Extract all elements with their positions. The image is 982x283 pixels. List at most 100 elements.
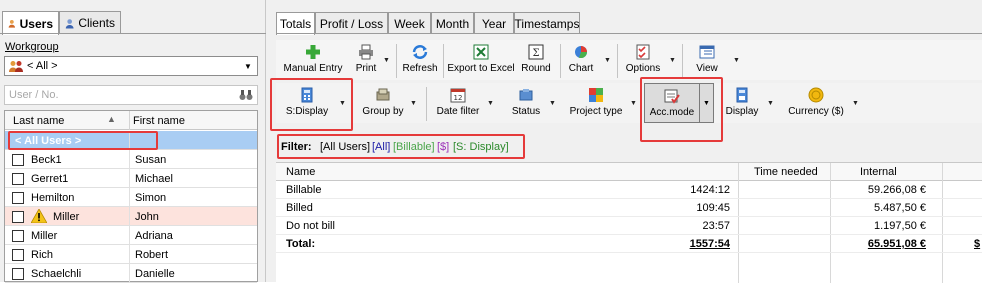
user-checkbox[interactable] [12,211,24,223]
total-internal: 65.951,08 € [867,238,926,250]
tab-profit-loss[interactable]: Profit / Loss [315,12,388,34]
print-dropdown-icon[interactable]: ▼ [383,57,390,64]
table-row[interactable]: Billable 1424:12 59.266,08 € [276,181,982,199]
col-last-name[interactable]: Last name [13,115,64,127]
list-item[interactable]: Miller John [5,207,257,226]
tab-users[interactable]: Users [2,11,59,35]
list-item[interactable]: Hemilton Simon [5,188,257,207]
refresh-button[interactable]: Refresh [400,40,440,80]
user-checkbox[interactable] [12,192,24,204]
project-type-button[interactable]: Project type [568,83,624,123]
print-label: Print [355,63,377,74]
workgroup-value: < All > [27,60,58,72]
all-users-label: < All Users > [15,135,82,147]
status-icon [519,89,533,101]
user-search-input[interactable]: User / No. [4,85,258,105]
user-last-name: Schaelchli [31,268,82,280]
round-button[interactable]: Σ Round [517,40,555,80]
row-name: Do not bill [286,220,335,232]
total-time: 1557:54 [689,238,730,250]
tab-clients[interactable]: Clients [59,11,121,34]
tab-week[interactable]: Week [388,12,431,34]
date-filter-dropdown-icon[interactable]: ▼ [487,100,494,107]
user-checkbox[interactable] [12,230,24,242]
s-display-dropdown-icon[interactable]: ▼ [339,100,346,107]
acc-mode-button[interactable]: Acc.mode [644,83,700,123]
export-excel-label: Export to Excel [447,63,515,74]
refresh-icon [412,45,428,59]
filter-summary: Filter: [All Users] [All] [Billable] [$]… [276,137,982,159]
table-row[interactable]: Billed 109:45 5.487,50 € [276,199,982,217]
col-internal[interactable]: Internal [860,166,897,178]
users-panel: Users Clients Workgroup < All > ▼ User /… [0,0,266,283]
table-row[interactable]: Do not bill 23:57 1.197,50 € [276,217,982,235]
group-icon [9,61,23,72]
view-button[interactable]: View [687,40,727,80]
manual-entry-button[interactable]: Manual Entry [278,40,348,80]
list-item[interactable]: Schaelchli Danielle [5,264,257,283]
main-toolbar: Manual Entry Print ▼ Refresh Export to E… [276,40,982,80]
acc-mode-dropdown[interactable]: ▼ [700,83,714,123]
workgroup-label: Workgroup [5,41,59,53]
s-display-button[interactable]: S:Display [282,83,332,123]
user-icon [8,19,16,28]
tab-month[interactable]: Month [431,12,474,34]
user-first-name: Robert [135,249,169,261]
user-first-name: Simon [135,192,167,204]
project-type-dropdown-icon[interactable]: ▼ [630,100,637,107]
print-button[interactable]: Print [350,40,382,80]
col-name[interactable]: Name [286,166,315,178]
export-excel-button[interactable]: Export to Excel [447,40,515,80]
tab-year[interactable]: Year [474,12,514,34]
chart-button[interactable]: Chart [564,40,598,80]
currency-button[interactable]: Currency ($) [788,83,844,123]
acc-mode-icon [664,89,680,104]
list-item[interactable]: Rich Robert [5,245,257,264]
user-checkbox[interactable] [12,173,24,185]
status-dropdown-icon[interactable]: ▼ [549,100,556,107]
view-icon [699,45,715,59]
round-label: Round [521,63,551,74]
user-first-name: Susan [135,154,167,166]
acc-mode-label: Acc.mode [649,107,695,118]
options-button[interactable]: Options [623,40,663,80]
list-item[interactable]: Beck1 Susan [5,150,257,169]
tab-timestamps[interactable]: Timestamps [514,12,580,34]
options-dropdown-icon[interactable]: ▼ [669,57,676,64]
view-dropdown-icon[interactable]: ▼ [733,57,740,64]
currency-dropdown-icon[interactable]: ▼ [852,100,859,107]
all-users-row[interactable]: < All Users > [5,131,257,150]
binoculars-icon[interactable] [239,89,253,101]
s-display-label: S:Display [285,106,329,117]
display-button[interactable]: Display [722,83,762,123]
tab-totals[interactable]: Totals [276,12,315,35]
col-time-needed[interactable]: Time needed [754,166,818,178]
status-label: Status [511,106,541,117]
sort-asc-icon: ▲ [107,114,116,124]
currency-label: Currency ($) [788,106,844,117]
list-item[interactable]: Miller Adriana [5,226,257,245]
date-filter-button[interactable]: 12 Date filter [434,83,482,123]
filter-s-display: [S: Display] [453,141,509,153]
group-by-label: Group by [362,106,404,117]
svg-text:12: 12 [454,94,463,102]
totals-table: Name Time needed Internal Billable 1424:… [276,162,982,283]
chevron-down-icon[interactable]: ▼ [241,59,255,73]
user-checkbox[interactable] [12,154,24,166]
status-button[interactable]: Status [508,83,544,123]
row-time: 23:57 [702,220,730,232]
workgroup-select[interactable]: < All > ▼ [4,56,258,76]
display-dropdown-icon[interactable]: ▼ [767,100,774,107]
user-last-name: Gerret1 [31,173,69,185]
group-by-dropdown-icon[interactable]: ▼ [410,100,417,107]
chart-dropdown-icon[interactable]: ▼ [604,57,611,64]
user-checkbox[interactable] [12,249,24,261]
tab-divider [276,33,982,34]
user-first-name: Danielle [135,268,175,280]
list-item[interactable]: Gerret1 Michael [5,169,257,188]
users-grid: Last name ▲ First name < All Users > Bec… [4,110,258,283]
project-type-icon [589,88,603,102]
user-checkbox[interactable] [12,268,24,280]
col-first-name[interactable]: First name [133,115,185,127]
group-by-button[interactable]: Group by [361,83,405,123]
